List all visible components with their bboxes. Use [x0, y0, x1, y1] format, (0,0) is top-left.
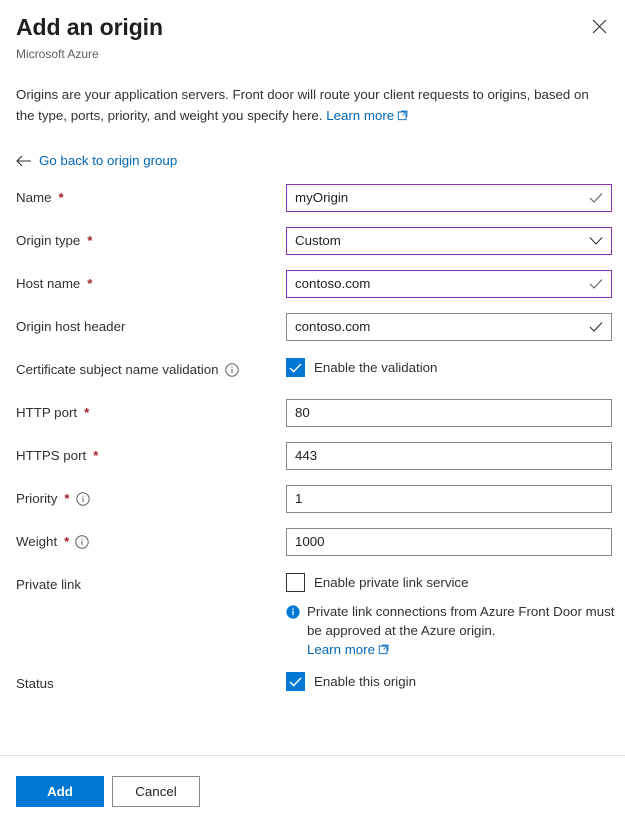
- required-marker: *: [93, 447, 98, 465]
- description-text: Origins are your application servers. Fr…: [16, 87, 589, 123]
- form-row-origin-type: Origin type * Custom: [0, 227, 625, 270]
- label-http-port: HTTP port *: [16, 399, 286, 422]
- panel-header: Add an origin Microsoft Azure: [0, 0, 625, 62]
- label-origin-host-header-text: Origin host header: [16, 318, 125, 336]
- name-input-value: myOrigin: [295, 185, 348, 211]
- weight-input-value: 1000: [295, 529, 325, 555]
- required-marker: *: [87, 275, 92, 293]
- label-https-port-text: HTTPS port: [16, 447, 86, 465]
- go-back-link[interactable]: Go back to origin group: [16, 153, 609, 168]
- label-cert-subject-validation: Certificate subject name validation: [16, 356, 286, 379]
- checkmark-icon: [589, 278, 603, 290]
- label-host-name-text: Host name: [16, 275, 80, 293]
- close-icon: [592, 19, 607, 34]
- label-status-text: Status: [16, 675, 54, 693]
- panel-description: Origins are your application servers. Fr…: [16, 84, 609, 127]
- host-name-input-value: contoso.com: [295, 271, 370, 297]
- http-port-input[interactable]: 80: [286, 399, 612, 427]
- checkmark-icon: [589, 192, 603, 204]
- label-origin-host-header: Origin host header: [16, 313, 286, 336]
- arrow-left-icon: [16, 155, 32, 167]
- status-checkbox-label: Enable this origin: [314, 673, 416, 691]
- required-marker: *: [84, 404, 89, 422]
- label-name: Name *: [16, 184, 286, 207]
- label-status: Status: [16, 670, 286, 693]
- cert-subject-validation-checkbox-label: Enable the validation: [314, 359, 437, 377]
- https-port-input[interactable]: 443: [286, 442, 612, 470]
- form-row-priority: Priority * 1: [0, 485, 625, 528]
- origin-type-select[interactable]: Custom: [286, 227, 612, 255]
- form-row-http-port: HTTP port * 80: [0, 399, 625, 442]
- origin-host-header-input-value: contoso.com: [295, 314, 370, 340]
- status-checkbox[interactable]: [286, 672, 305, 691]
- label-private-link-text: Private link: [16, 576, 81, 594]
- private-link-checkbox-row[interactable]: Enable private link service: [286, 571, 616, 592]
- https-port-input-value: 443: [295, 443, 317, 469]
- info-outline-icon[interactable]: [225, 363, 239, 377]
- add-button[interactable]: Add: [16, 776, 104, 807]
- label-origin-type: Origin type *: [16, 227, 286, 250]
- learn-more-link[interactable]: Learn more: [326, 108, 394, 123]
- name-input[interactable]: myOrigin: [286, 184, 612, 212]
- origin-form: Name * myOrigin Origin type * Custom: [0, 184, 625, 713]
- add-origin-panel: Add an origin Microsoft Azure Origins ar…: [0, 0, 625, 816]
- chevron-down-icon: [589, 237, 603, 246]
- label-priority-text: Priority: [16, 490, 57, 508]
- label-http-port-text: HTTP port: [16, 404, 77, 422]
- external-link-icon: [378, 641, 389, 660]
- form-row-cert-subject-validation: Certificate subject name validation Enab…: [0, 356, 625, 399]
- cancel-button[interactable]: Cancel: [112, 776, 200, 807]
- private-link-checkbox[interactable]: [286, 573, 305, 592]
- external-link-icon: [397, 106, 408, 127]
- private-link-note: Private link connections from Azure Fron…: [286, 602, 616, 660]
- required-marker: *: [64, 490, 69, 508]
- close-button[interactable]: [585, 12, 613, 40]
- info-outline-icon[interactable]: [75, 535, 89, 549]
- label-name-text: Name: [16, 189, 51, 207]
- form-row-status: Status Enable this origin: [0, 670, 625, 713]
- page-title: Add an origin: [16, 12, 609, 42]
- cert-subject-validation-checkbox-row[interactable]: Enable the validation: [286, 356, 609, 377]
- private-link-checkbox-label: Enable private link service: [314, 574, 468, 592]
- priority-input[interactable]: 1: [286, 485, 612, 513]
- form-row-host-name: Host name * contoso.com: [0, 270, 625, 313]
- origin-host-header-input[interactable]: contoso.com: [286, 313, 612, 341]
- form-row-private-link: Private link Enable private link service…: [0, 571, 625, 660]
- cert-subject-validation-checkbox[interactable]: [286, 358, 305, 377]
- weight-input[interactable]: 1000: [286, 528, 612, 556]
- info-filled-icon: [286, 602, 300, 660]
- required-marker: *: [58, 189, 63, 207]
- http-port-input-value: 80: [295, 400, 310, 426]
- checkmark-icon: [589, 321, 603, 333]
- label-host-name: Host name *: [16, 270, 286, 293]
- private-link-note-text: Private link connections from Azure Fron…: [307, 604, 614, 638]
- form-row-name: Name * myOrigin: [0, 184, 625, 227]
- priority-input-value: 1: [295, 486, 302, 512]
- go-back-label: Go back to origin group: [39, 153, 177, 168]
- private-link-learn-more-link[interactable]: Learn more: [307, 642, 375, 657]
- origin-type-selected-value: Custom: [295, 228, 341, 254]
- form-row-weight: Weight * 1000: [0, 528, 625, 571]
- info-outline-icon[interactable]: [76, 492, 90, 506]
- page-subtitle: Microsoft Azure: [16, 46, 609, 62]
- label-private-link: Private link: [16, 571, 286, 594]
- required-marker: *: [87, 232, 92, 250]
- label-https-port: HTTPS port *: [16, 442, 286, 465]
- panel-footer: Add Cancel: [0, 756, 625, 816]
- form-row-origin-host-header: Origin host header contoso.com: [0, 313, 625, 356]
- host-name-input[interactable]: contoso.com: [286, 270, 612, 298]
- label-origin-type-text: Origin type: [16, 232, 80, 250]
- label-priority: Priority *: [16, 485, 286, 508]
- form-row-https-port: HTTPS port * 443: [0, 442, 625, 485]
- status-checkbox-row[interactable]: Enable this origin: [286, 670, 609, 691]
- label-cert-subject-validation-text: Certificate subject name validation: [16, 361, 219, 379]
- required-marker: *: [64, 533, 69, 551]
- label-weight-text: Weight: [16, 533, 57, 551]
- label-weight: Weight *: [16, 528, 286, 551]
